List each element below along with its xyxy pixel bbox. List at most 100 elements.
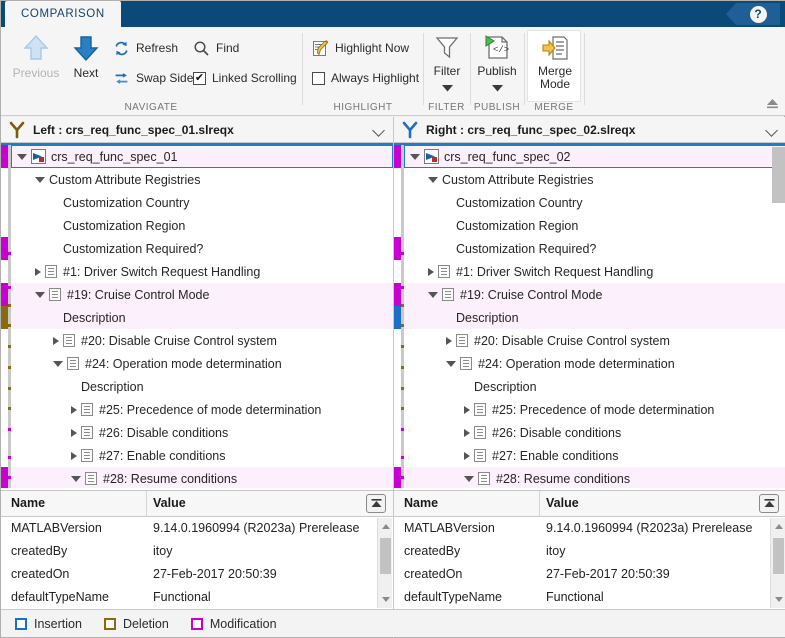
chevron-down-icon[interactable] (428, 292, 438, 298)
left-tree[interactable]: crs_req_func_spec_01Custom Attribute Reg… (1, 143, 393, 488)
chevron-right-icon[interactable] (71, 452, 77, 460)
legend-swatch (191, 618, 203, 630)
chevron-down-icon[interactable] (446, 361, 456, 367)
refresh-button[interactable]: Refresh (113, 37, 178, 59)
tree-row[interactable]: #28: Resume conditions (404, 467, 785, 488)
tree-row[interactable]: Description (11, 375, 393, 398)
right-col-separator[interactable] (539, 491, 540, 517)
scrollbar-thumb[interactable] (380, 538, 391, 574)
tree-row-label: Description (456, 311, 519, 325)
scroll-down-arrow-icon[interactable] (382, 597, 390, 602)
merge-mode-button[interactable]: Merge Mode (527, 30, 581, 102)
tree-row[interactable]: #28: Resume conditions (11, 467, 393, 488)
chevron-right-icon[interactable] (464, 429, 470, 437)
property-row[interactable]: createdByitoy (1, 540, 393, 563)
slreqx-file-icon (424, 149, 439, 164)
chevron-down-icon[interactable] (71, 476, 81, 482)
tree-row[interactable]: #20: Disable Cruise Control system (11, 329, 393, 352)
tree-row[interactable]: Customization Country (11, 191, 393, 214)
left-col-separator[interactable] (146, 491, 147, 517)
chevron-down-icon[interactable] (428, 177, 438, 183)
scroll-up-arrow-icon[interactable] (382, 524, 390, 529)
right-tree-scrollbar-thumb[interactable] (772, 147, 785, 203)
tab-comparison[interactable]: COMPARISON (5, 1, 121, 27)
tree-row[interactable]: Description (404, 306, 785, 329)
chevron-right-icon[interactable] (446, 337, 452, 345)
chevron-down-icon[interactable] (372, 124, 385, 137)
go-to-top-level-icon[interactable] (366, 494, 386, 513)
collapse-ribbon-icon[interactable] (765, 97, 780, 113)
tree-row[interactable]: Customization Region (11, 214, 393, 237)
chevron-right-icon[interactable] (35, 268, 41, 276)
chevron-right-icon[interactable] (71, 429, 77, 437)
right-path-bar[interactable]: Right : crs_req_func_spec_02.slreqx (394, 117, 785, 143)
chevron-down-icon[interactable] (410, 154, 420, 160)
property-row[interactable]: createdOn27-Feb-2017 20:50:39 (1, 563, 393, 586)
scroll-up-arrow-icon[interactable] (775, 524, 783, 529)
swap-sides-button[interactable]: Swap Sides (113, 67, 199, 89)
tree-row[interactable]: #1: Driver Switch Request Handling (404, 260, 785, 283)
scroll-down-arrow-icon[interactable] (775, 597, 783, 602)
chevron-right-icon[interactable] (71, 406, 77, 414)
tree-row[interactable]: #19: Cruise Control Mode (404, 283, 785, 306)
property-row[interactable]: defaultTypeNameFunctional (1, 586, 393, 609)
tree-row[interactable]: #27: Enable conditions (11, 444, 393, 467)
tree-row[interactable]: crs_req_func_spec_02 (404, 145, 785, 168)
chevron-down-icon[interactable] (35, 177, 45, 183)
chevron-down-icon[interactable] (765, 124, 778, 137)
help-button[interactable]: ? (726, 3, 780, 25)
publish-button[interactable]: </> Publish (468, 33, 526, 97)
tree-row[interactable]: #26: Disable conditions (404, 421, 785, 444)
chevron-right-icon[interactable] (464, 406, 470, 414)
tree-row[interactable]: Customization Required? (11, 237, 393, 260)
tree-row[interactable]: #1: Driver Switch Request Handling (11, 260, 393, 283)
change-marker-modification (1, 237, 8, 260)
chevron-right-icon[interactable] (428, 268, 434, 276)
left-path-bar[interactable]: Left : crs_req_func_spec_01.slreqx (1, 117, 393, 143)
right-properties-scrollbar[interactable] (770, 518, 785, 608)
tree-row[interactable]: Custom Attribute Registries (11, 168, 393, 191)
property-row[interactable]: createdOn27-Feb-2017 20:50:39 (394, 563, 785, 586)
tree-row[interactable]: Description (11, 306, 393, 329)
next-button[interactable]: Next (57, 31, 115, 80)
tree-row[interactable]: #27: Enable conditions (404, 444, 785, 467)
chevron-down-icon[interactable] (53, 361, 63, 367)
highlight-now-button[interactable]: Highlight Now (312, 37, 409, 59)
linked-scrolling-checkbox[interactable]: ✔ Linked Scrolling (193, 67, 297, 89)
find-button[interactable]: Find (193, 37, 239, 59)
always-highlight-checkbox[interactable]: Always Highlight (312, 67, 419, 89)
swap-sides-label: Swap Sides (136, 71, 199, 85)
tree-row[interactable]: #24: Operation mode determination (404, 352, 785, 375)
chevron-right-icon[interactable] (464, 452, 470, 460)
tree-row[interactable]: #26: Disable conditions (11, 421, 393, 444)
chevron-down-icon[interactable] (464, 476, 474, 482)
property-row[interactable]: MATLABVersion9.14.0.1960994 (R2023a) Pre… (394, 517, 785, 540)
left-properties-scrollbar[interactable] (377, 518, 392, 608)
comparison-window: COMPARISON ? Previous Next (0, 0, 785, 638)
right-tree[interactable]: crs_req_func_spec_02Custom Attribute Reg… (394, 143, 785, 488)
property-row[interactable]: createdByitoy (394, 540, 785, 563)
tree-row[interactable]: #25: Precedence of mode determination (404, 398, 785, 421)
property-name: createdBy (11, 544, 67, 558)
property-row[interactable]: MATLABVersion9.14.0.1960994 (R2023a) Pre… (1, 517, 393, 540)
tree-row[interactable]: Customization Region (404, 214, 785, 237)
chevron-down-icon[interactable] (492, 79, 503, 97)
help-chevron-icon (726, 3, 736, 25)
tree-row[interactable]: Customization Country (404, 191, 785, 214)
tree-row[interactable]: Description (404, 375, 785, 398)
tree-row[interactable]: crs_req_func_spec_01 (11, 145, 393, 168)
tree-row[interactable]: Custom Attribute Registries (404, 168, 785, 191)
tree-row[interactable]: #20: Disable Cruise Control system (404, 329, 785, 352)
tree-row[interactable]: #24: Operation mode determination (11, 352, 393, 375)
legend-item-modification: Modification (191, 617, 277, 631)
chevron-down-icon[interactable] (442, 79, 453, 97)
tree-row[interactable]: #19: Cruise Control Mode (11, 283, 393, 306)
go-to-top-level-icon[interactable] (759, 494, 779, 513)
chevron-down-icon[interactable] (17, 154, 27, 160)
tree-row[interactable]: #25: Precedence of mode determination (11, 398, 393, 421)
chevron-down-icon[interactable] (35, 292, 45, 298)
chevron-right-icon[interactable] (53, 337, 59, 345)
scrollbar-thumb[interactable] (773, 538, 784, 574)
property-row[interactable]: defaultTypeNameFunctional (394, 586, 785, 609)
tree-row[interactable]: Customization Required? (404, 237, 785, 260)
